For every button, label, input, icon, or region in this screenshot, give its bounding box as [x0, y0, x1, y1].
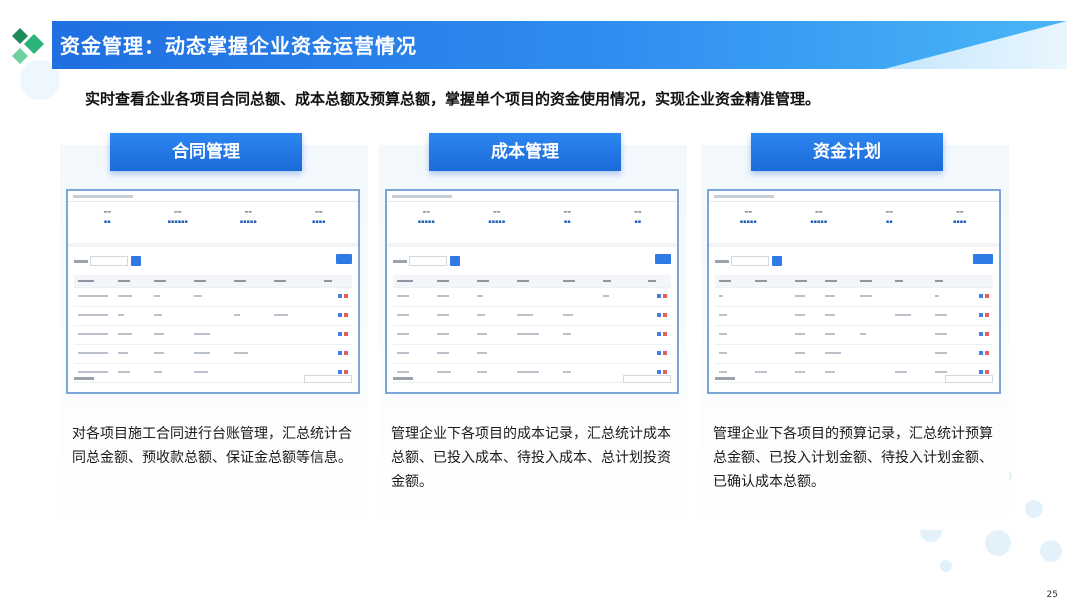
- decorative-dot: [1040, 540, 1062, 562]
- decorative-dot: [1025, 500, 1043, 518]
- feature-column-cost: 成本管理 ▬▬ ▪▪▪▪▪ ▬▬ ▪▪▪▪▪ ▬▬ ▪▪ ▬▬ ▪▪ 管理企业下各项目的…: [379, 133, 687, 530]
- contract-screenshot: ▬▬ ▪▪ ▬▬ ▪▪▪▪▪▪ ▬▬ ▪▪▪▪▪ ▬▬ ▪▪▪▪: [66, 189, 360, 394]
- feature-column-fund-plan: 资金计划 ▬▬ ▪▪▪▪▪ ▬▬ ▪▪▪▪▪ ▬▬ ▪▪ ▬▬ ▪▪▪▪ 管理企业下各项…: [701, 133, 1009, 530]
- column-description: 对各项目施工合同进行台账管理，汇总统计合同总金额、预收款总额、保证金总额等信息。: [72, 426, 352, 466]
- feature-column-contract: 合同管理 ▬▬ ▪▪ ▬▬ ▪▪▪▪▪▪ ▬▬ ▪▪▪▪▪ ▬▬ ▪▪▪▪ 对各项目施工…: [60, 133, 368, 530]
- column-header: 成本管理: [429, 133, 621, 171]
- cost-screenshot: ▬▬ ▪▪▪▪▪ ▬▬ ▪▪▪▪▪ ▬▬ ▪▪ ▬▬ ▪▪: [385, 189, 679, 394]
- decorative-dot: [940, 560, 952, 572]
- page-title: 资金管理：动态掌握企业资金运营情况: [60, 34, 417, 58]
- fund-plan-screenshot: ▬▬ ▪▪▪▪▪ ▬▬ ▪▪▪▪▪ ▬▬ ▪▪ ▬▬ ▪▪▪▪: [707, 189, 1001, 394]
- column-header: 资金计划: [751, 133, 943, 171]
- decorative-dot: [985, 530, 1011, 556]
- column-description: 管理企业下各项目的成本记录，汇总统计成本总额、已投入成本、待投入成本、总计划投资…: [391, 426, 671, 490]
- page-number: 25: [1046, 590, 1058, 600]
- logo-icon: [12, 28, 44, 64]
- column-header: 合同管理: [110, 133, 302, 171]
- page-subtitle: 实时查看企业各项目合同总额、成本总额及预算总额，掌握单个项目的资金使用情况，实现…: [85, 90, 821, 108]
- column-description: 管理企业下各项目的预算记录，汇总统计预算总金额、已投入计划金额、待投入计划金额、…: [713, 426, 993, 490]
